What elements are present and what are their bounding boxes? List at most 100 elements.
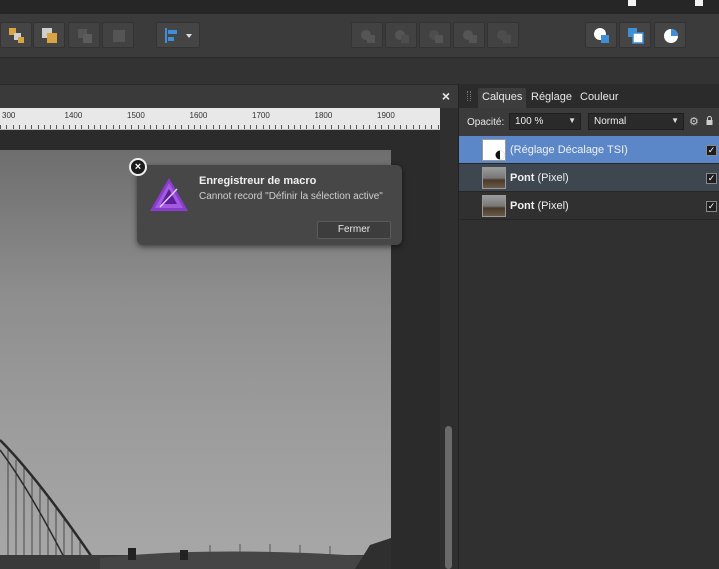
minimize-icon[interactable] (628, 0, 636, 6)
boolean-subtract-button[interactable] (385, 22, 417, 48)
ruler-label: 1500 (127, 111, 145, 120)
scrollbar-thumb[interactable] (445, 426, 452, 569)
ruler-tick (293, 125, 295, 129)
boolean-add-button[interactable] (351, 22, 383, 48)
ruler-tick (431, 125, 433, 129)
ruler-tick (368, 125, 370, 129)
tab-calques[interactable]: Calques (478, 88, 527, 108)
align-dropdown[interactable] (156, 22, 200, 48)
ruler-tick (406, 125, 408, 129)
insert-back-button[interactable] (619, 22, 651, 48)
toolbar (0, 14, 719, 58)
ruler-tick (143, 125, 145, 129)
affinity-photo-logo-icon (150, 178, 188, 211)
blend-mode-select[interactable]: Normal ▼ (588, 113, 684, 130)
gear-icon[interactable]: ⚙ (689, 115, 699, 128)
layer-visibility-checkbox[interactable]: ✓ (706, 201, 717, 212)
ruler-tick (268, 125, 270, 129)
notification-message: Cannot record "Définir la sélection acti… (199, 191, 383, 202)
chevron-down-icon: ▼ (568, 116, 576, 125)
ruler-tick (93, 125, 95, 129)
ruler-tick (137, 125, 139, 129)
notification-title: Enregistreur de macro (199, 175, 317, 187)
notification-close-icon[interactable]: × (129, 158, 147, 176)
insert-front-button[interactable] (585, 22, 617, 48)
ruler-tick (350, 125, 351, 129)
ruler-tick (362, 125, 364, 129)
ruler-label: 300 (2, 111, 16, 120)
ruler-tick (131, 125, 133, 129)
layer-name: Pont (Pixel) (510, 172, 569, 184)
ruler-tick (25, 125, 26, 129)
close-document-icon[interactable]: × (442, 88, 450, 104)
layer-visibility-checkbox[interactable]: ✓ (706, 173, 717, 184)
title-bar (0, 0, 719, 14)
ruler-tick (106, 125, 108, 129)
insert-front-icon (594, 28, 609, 43)
ruler-tick (387, 125, 389, 129)
insert-back-icon (628, 28, 644, 44)
boolean-intersect-button[interactable] (419, 22, 451, 48)
ruler-tick (187, 125, 189, 129)
tab-reglage[interactable]: Réglage (527, 88, 576, 108)
ruler-tick (125, 125, 126, 129)
pie-button[interactable] (654, 22, 686, 48)
layer-name: Pont (Pixel) (510, 200, 569, 212)
ruler-tick (50, 125, 51, 129)
lock-icon[interactable] (706, 116, 713, 125)
vertical-scrollbar[interactable] (440, 108, 458, 569)
maximize-icon[interactable] (695, 0, 703, 6)
document-tab-bar: × (0, 84, 458, 108)
ruler-tick (81, 125, 83, 129)
ruler-tick (193, 125, 195, 129)
ruler-label: 1600 (189, 111, 208, 120)
arrange-back-button[interactable] (0, 22, 32, 48)
layer-row[interactable]: (Réglage Décalage TSI) ✓ (459, 136, 719, 164)
ruler-tick (87, 125, 89, 129)
layer-row[interactable]: Pont (Pixel) ✓ (459, 192, 719, 220)
ruler-tick (206, 125, 208, 129)
ruler-tick (231, 125, 233, 129)
opacity-field[interactable]: 100 % ▼ (509, 113, 581, 130)
boolean-subtract-icon (395, 30, 409, 43)
ruler-tick (62, 125, 64, 129)
ruler-tick (12, 125, 14, 129)
close-notification-button[interactable]: Fermer (317, 221, 391, 239)
boolean-divide-button[interactable] (487, 22, 519, 48)
chevron-down-icon: ▼ (671, 116, 679, 125)
ruler-tick (6, 125, 8, 129)
layer-row[interactable]: Pont (Pixel) ✓ (459, 164, 719, 192)
ruler-tick (18, 125, 20, 129)
ruler-tick (356, 125, 358, 129)
ruler-tick (425, 125, 426, 129)
opacity-label: Opacité: (467, 117, 505, 128)
ruler-tick (375, 125, 376, 129)
tab-couleur[interactable]: Couleur (576, 88, 623, 108)
boolean-xor-button[interactable] (453, 22, 485, 48)
context-toolbar (0, 58, 719, 84)
ruler-tick (156, 125, 158, 129)
boolean-divide-icon (497, 30, 511, 43)
arrange-top-button[interactable] (102, 22, 134, 48)
ruler-tick (325, 125, 326, 129)
ruler-tick (437, 125, 439, 129)
ruler-tick (68, 125, 70, 129)
boolean-intersect-icon (429, 30, 443, 43)
arrange-bottom-button[interactable] (68, 22, 100, 48)
ruler-tick (318, 125, 320, 129)
ruler-tick (200, 125, 201, 129)
layers-panel: Calques Réglage Couleur Opacité: 100 % ▼… (458, 84, 719, 569)
ruler-tick (262, 125, 264, 129)
arrange-forward-button[interactable] (33, 22, 65, 48)
ruler-tick (275, 125, 276, 129)
panel-grip-icon[interactable] (467, 91, 471, 101)
ruler-label: 1800 (314, 111, 333, 120)
layer-name: (Réglage Décalage TSI) (510, 144, 628, 156)
ruler-tick (162, 125, 164, 129)
ruler-tick (212, 125, 214, 129)
ruler-tick (237, 125, 239, 129)
ruler-tick (112, 125, 114, 129)
pixel-layer-thumbnail (482, 167, 506, 189)
layer-visibility-checkbox[interactable]: ✓ (706, 145, 717, 156)
ruler-tick (300, 125, 301, 129)
